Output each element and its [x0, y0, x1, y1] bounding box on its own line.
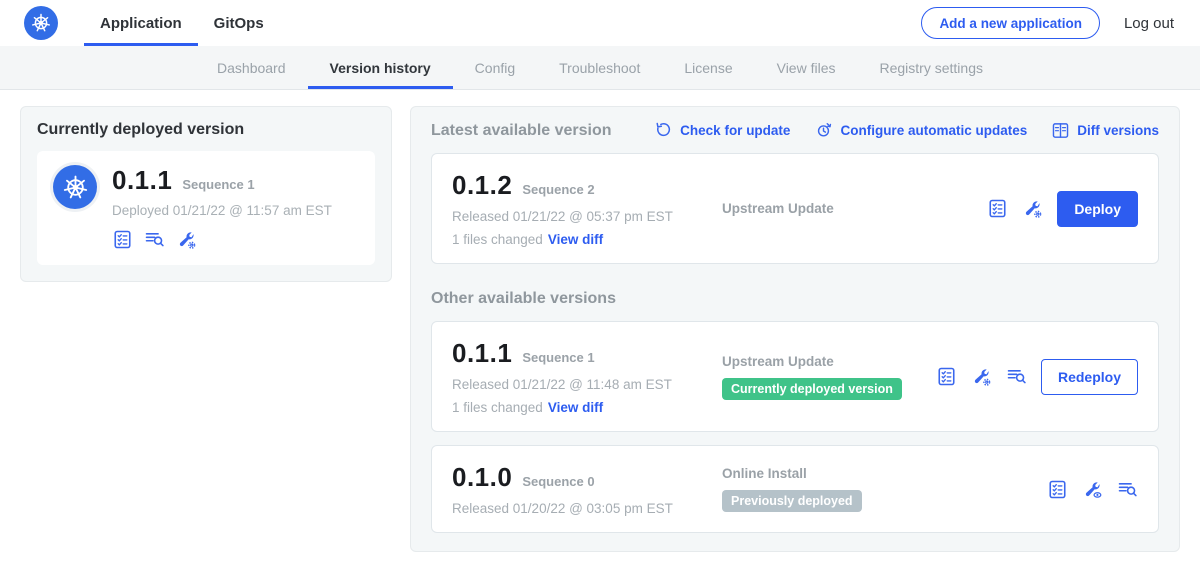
version-number: 0.1.2	[452, 170, 512, 201]
configure-automatic-updates-label: Configure automatic updates	[840, 123, 1027, 138]
deployed-version-card: 0.1.1 Sequence 1 Deployed 01/21/22 @ 11:…	[37, 151, 375, 265]
latest-available-title: Latest available version	[431, 122, 612, 140]
tab-view-files[interactable]: View files	[755, 46, 858, 89]
released-timestamp: Released 01/21/22 @ 11:48 am EST	[452, 377, 710, 392]
tab-dashboard[interactable]: Dashboard	[195, 46, 308, 89]
release-notes-icon[interactable]	[987, 198, 1008, 219]
clock-refresh-icon	[814, 121, 833, 140]
version-card-0-1-2: 0.1.2 Sequence 2 Released 01/21/22 @ 05:…	[431, 153, 1159, 264]
version-source-label: Online Install	[722, 466, 1047, 481]
tab-license[interactable]: License	[662, 46, 754, 89]
previously-deployed-badge: Previously deployed	[722, 490, 862, 512]
currently-deployed-badge: Currently deployed version	[722, 378, 902, 400]
sequence-label: Sequence 0	[522, 474, 594, 489]
redeploy-button[interactable]: Redeploy	[1041, 359, 1138, 395]
tab-application[interactable]: Application	[84, 0, 198, 46]
currently-deployed-panel: Currently deployed version 0.1.1 Sequenc…	[20, 106, 392, 282]
released-timestamp: Released 01/20/22 @ 03:05 pm EST	[452, 501, 710, 516]
currently-deployed-title: Currently deployed version	[37, 121, 375, 139]
kubernetes-helm-icon	[53, 165, 97, 209]
release-notes-icon[interactable]	[936, 366, 957, 387]
version-number: 0.1.1	[452, 338, 512, 369]
main-content: Currently deployed version 0.1.1 Sequenc…	[0, 90, 1200, 564]
config-gear-icon[interactable]	[1022, 198, 1043, 219]
sequence-label: Sequence 2	[522, 182, 594, 197]
version-card-0-1-0: 0.1.0 Sequence 0 Released 01/20/22 @ 03:…	[431, 445, 1159, 533]
sub-nav: Dashboard Version history Config Trouble…	[0, 46, 1200, 90]
files-changed-label: 1 files changed	[452, 400, 543, 415]
tab-troubleshoot[interactable]: Troubleshoot	[537, 46, 662, 89]
release-notes-icon[interactable]	[112, 229, 133, 250]
add-application-button[interactable]: Add a new application	[921, 7, 1100, 39]
deploy-logs-icon[interactable]	[1117, 479, 1138, 500]
check-for-update-link[interactable]: Check for update	[654, 121, 790, 140]
kubernetes-helm-icon	[24, 6, 58, 40]
logout-button[interactable]: Log out	[1124, 15, 1174, 32]
other-available-versions-title: Other available versions	[431, 290, 1159, 308]
version-card-0-1-1: 0.1.1 Sequence 1 Released 01/21/22 @ 11:…	[431, 321, 1159, 432]
version-number: 0.1.1	[112, 165, 172, 196]
app-logo[interactable]	[24, 6, 58, 40]
version-source-label: Upstream Update	[722, 354, 936, 369]
released-timestamp: Released 01/21/22 @ 05:37 pm EST	[452, 209, 710, 224]
release-notes-icon[interactable]	[1047, 479, 1068, 500]
config-gear-icon[interactable]	[971, 366, 992, 387]
configure-automatic-updates-link[interactable]: Configure automatic updates	[814, 121, 1027, 140]
diff-icon	[1051, 121, 1070, 140]
top-nav-tabs: Application GitOps	[84, 0, 280, 46]
deployed-version-info: 0.1.1 Sequence 1 Deployed 01/21/22 @ 11:…	[112, 165, 332, 250]
tab-registry-settings[interactable]: Registry settings	[858, 46, 1005, 89]
diff-versions-link[interactable]: Diff versions	[1051, 121, 1159, 140]
diff-versions-label: Diff versions	[1077, 123, 1159, 138]
deploy-logs-icon[interactable]	[1006, 366, 1027, 387]
tab-config[interactable]: Config	[453, 46, 537, 89]
version-history-panel: Latest available version Check for updat…	[410, 106, 1180, 552]
top-nav-right: Add a new application Log out	[921, 0, 1174, 46]
tab-gitops[interactable]: GitOps	[198, 0, 280, 46]
view-diff-link[interactable]: View diff	[548, 400, 603, 415]
view-config-icon[interactable]	[1082, 479, 1103, 500]
sequence-label: Sequence 1	[522, 350, 594, 365]
version-source-label: Upstream Update	[722, 201, 987, 216]
top-nav: Application GitOps Add a new application…	[0, 0, 1200, 46]
files-changed-label: 1 files changed	[452, 232, 543, 247]
deploy-button[interactable]: Deploy	[1057, 191, 1138, 227]
view-diff-link[interactable]: View diff	[548, 232, 603, 247]
sequence-label: Sequence 1	[182, 177, 254, 192]
tab-version-history[interactable]: Version history	[308, 46, 453, 89]
refresh-icon	[654, 121, 673, 140]
config-gear-icon[interactable]	[176, 229, 197, 250]
check-for-update-label: Check for update	[680, 123, 790, 138]
deploy-logs-icon[interactable]	[144, 229, 165, 250]
deployed-timestamp: Deployed 01/21/22 @ 11:57 am EST	[112, 203, 332, 218]
version-number: 0.1.0	[452, 462, 512, 493]
